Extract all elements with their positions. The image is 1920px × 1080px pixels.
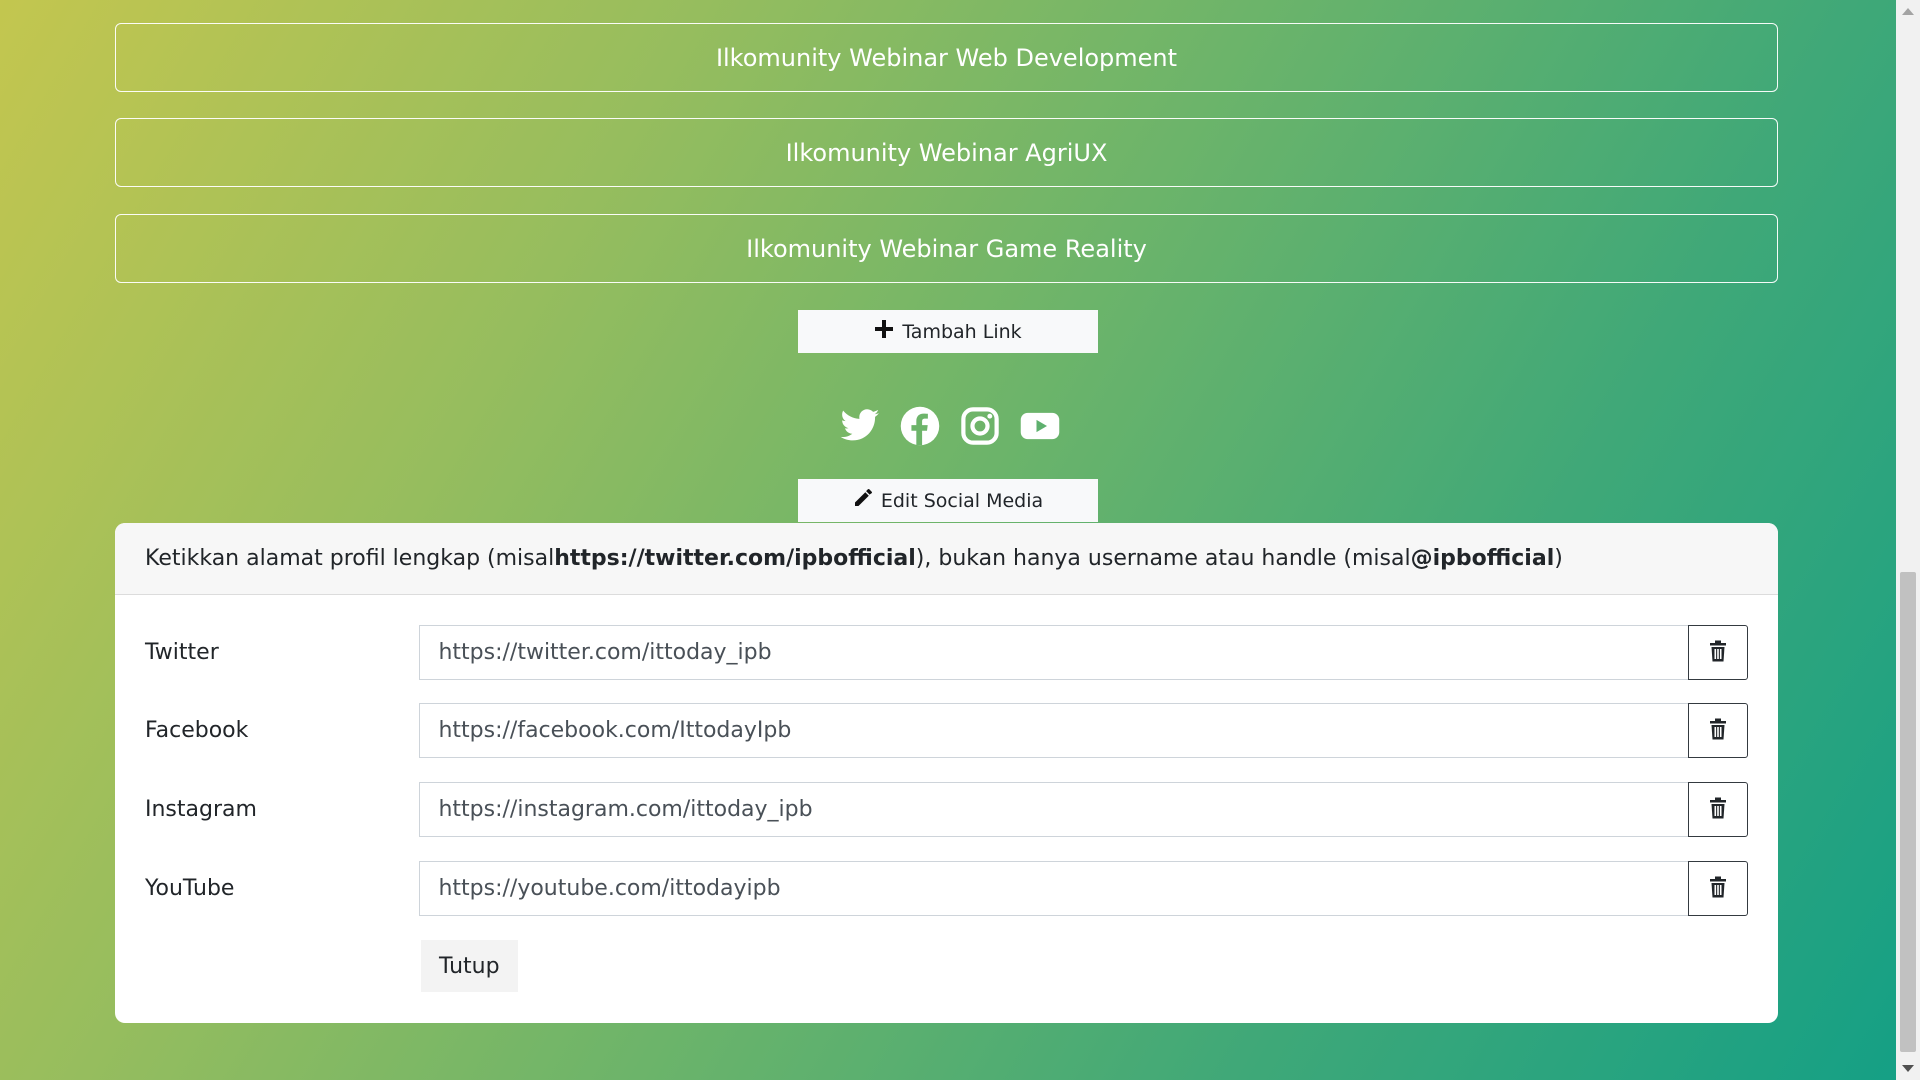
vertical-scrollbar[interactable] xyxy=(1896,0,1920,1080)
add-link-button[interactable]: Tambah Link xyxy=(798,310,1098,353)
edit-social-media-button[interactable]: Edit Social Media xyxy=(798,479,1098,522)
instagram-url-input[interactable] xyxy=(419,782,1690,837)
delete-twitter-button[interactable] xyxy=(1688,625,1748,680)
social-row-twitter: Twitter xyxy=(145,625,1748,680)
trash-icon xyxy=(1708,640,1728,666)
scroll-up-arrow-icon[interactable] xyxy=(1902,8,1914,15)
facebook-label: Facebook xyxy=(145,718,249,743)
plus-icon xyxy=(874,319,894,344)
link-label: Ilkomunity Webinar AgriUX xyxy=(785,138,1108,167)
link-label: Ilkomunity Webinar Web Development xyxy=(715,43,1178,72)
close-button[interactable]: Tutup xyxy=(421,940,518,992)
social-row-youtube: YouTube xyxy=(145,861,1748,916)
youtube-url-input[interactable] xyxy=(419,861,1690,916)
social-row-facebook: Facebook xyxy=(145,703,1748,758)
youtube-icon[interactable] xyxy=(1019,405,1061,447)
twitter-label: Twitter xyxy=(145,640,219,665)
link-button-web-development[interactable]: Ilkomunity Webinar Web Development xyxy=(115,23,1778,92)
scrollbar-thumb[interactable] xyxy=(1900,572,1916,1052)
trash-icon xyxy=(1708,718,1728,744)
social-row-instagram: Instagram xyxy=(145,782,1748,837)
twitter-icon[interactable] xyxy=(839,405,881,447)
trash-icon xyxy=(1708,876,1728,902)
twitter-url-input[interactable] xyxy=(419,625,1690,680)
link-button-agriux[interactable]: Ilkomunity Webinar AgriUX xyxy=(115,118,1778,187)
instagram-icon[interactable] xyxy=(959,405,1001,447)
add-link-label: Tambah Link xyxy=(902,320,1022,343)
delete-instagram-button[interactable] xyxy=(1688,782,1748,837)
social-icons xyxy=(830,405,1070,447)
delete-youtube-button[interactable] xyxy=(1688,861,1748,916)
social-media-form-card: Ketikkan alamat profil lengkap (misal ht… xyxy=(115,523,1778,1023)
social-media-hint: Ketikkan alamat profil lengkap (misal ht… xyxy=(115,523,1778,595)
pencil-icon xyxy=(853,488,873,513)
instagram-label: Instagram xyxy=(145,797,257,822)
facebook-url-input[interactable] xyxy=(419,703,1690,758)
facebook-icon[interactable] xyxy=(899,405,941,447)
delete-facebook-button[interactable] xyxy=(1688,703,1748,758)
scroll-down-arrow-icon[interactable] xyxy=(1902,1065,1914,1072)
page-background: Ilkomunity Webinar Web Development Ilkom… xyxy=(0,0,1896,1080)
youtube-label: YouTube xyxy=(145,876,235,901)
link-label: Ilkomunity Webinar Game Reality xyxy=(746,234,1147,263)
edit-social-label: Edit Social Media xyxy=(880,489,1044,512)
trash-icon xyxy=(1708,797,1728,823)
link-button-game-reality[interactable]: Ilkomunity Webinar Game Reality xyxy=(115,214,1778,283)
